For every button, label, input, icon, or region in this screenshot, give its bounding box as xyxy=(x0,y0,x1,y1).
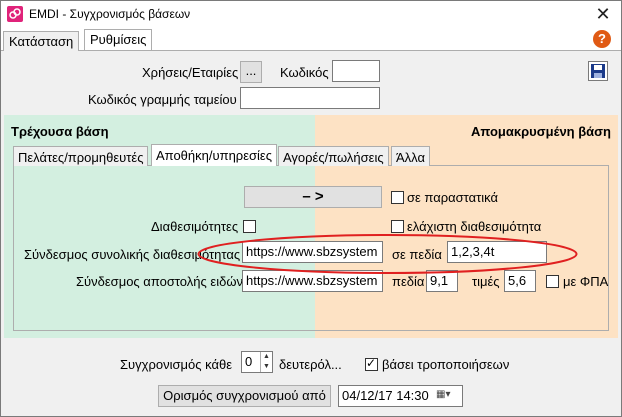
current-db-title: Τρέχουσα βάση xyxy=(11,124,109,139)
set-sync-from-button[interactable]: Ορισμός συγχρονισμού από xyxy=(158,385,331,407)
shipping-link-input[interactable]: https://www.sbzsystem xyxy=(242,270,383,292)
app-window: EMDI - Συγχρονισμός βάσεων ✕ Κατάσταση Ρ… xyxy=(0,0,622,417)
min-availability-checkbox[interactable] xyxy=(391,220,404,233)
availability-checkbox[interactable] xyxy=(243,220,256,233)
direction-button[interactable]: – > xyxy=(244,186,382,208)
close-icon[interactable]: ✕ xyxy=(593,3,613,25)
main-tabs: Κατάσταση Ρυθμίσεις ? xyxy=(1,29,621,51)
sync-every-label: Συγχρονισμός κάθε xyxy=(120,357,232,372)
spinner-arrows-icon[interactable]: ▲ ▼ xyxy=(260,352,272,372)
subtab-warehouse-services[interactable]: Αποθήκη/υπηρεσίες xyxy=(151,144,277,166)
remote-db-title: Απομακρυσμένη βάση xyxy=(471,124,611,139)
prices-label: τιμές xyxy=(472,274,500,289)
title-bar: EMDI - Συγχρονισμός βάσεων ✕ xyxy=(1,1,621,29)
fiscal-years-label: Χρήσεις/Εταιρίες xyxy=(142,65,239,80)
subtab-customers-suppliers[interactable]: Πελάτες/προμηθευτές xyxy=(13,146,149,166)
cashline-label: Κωδικός γραμμής ταμείου xyxy=(88,92,237,107)
based-on-changes-label: βάσει τροποποιήσεων xyxy=(382,357,510,372)
subtab-purchases-sales[interactable]: Αγορές/πωλήσεις xyxy=(278,146,389,166)
tab-settings[interactable]: Ρυθμίσεις xyxy=(84,29,153,50)
field-input[interactable]: 9,1 xyxy=(426,270,458,292)
prices-input[interactable]: 5,6 xyxy=(504,270,536,292)
field-label: πεδία xyxy=(392,274,425,289)
total-availability-link-input[interactable]: https://www.sbzsystem xyxy=(242,241,383,263)
help-icon[interactable]: ? xyxy=(593,30,611,48)
total-availability-link-label: Σύνδεσμος συνολικής διαθεσιμότητας xyxy=(24,247,241,262)
tab-status[interactable]: Κατάσταση xyxy=(3,31,80,51)
subtab-other[interactable]: Άλλα xyxy=(391,146,430,166)
with-vat-label: με ΦΠΑ xyxy=(563,274,609,289)
availability-label: Διαθεσιμότητες xyxy=(151,219,239,234)
cashline-input[interactable] xyxy=(240,87,380,109)
calendar-dropdown-icon[interactable]: ▦▾ xyxy=(436,389,460,405)
code-input[interactable] xyxy=(332,60,380,82)
based-on-changes-checkbox[interactable] xyxy=(365,356,378,371)
min-availability-label: ελάχιστη διαθεσιμότητα xyxy=(407,219,542,234)
shipping-link-label: Σύνδεσμος αποστολής ειδών xyxy=(76,274,243,289)
app-logo-icon xyxy=(7,6,23,22)
in-documents-label: σε παραστατικά xyxy=(407,190,499,205)
settings-content: Χρήσεις/Εταιρίες ... Κωδικός Κωδικός γρα… xyxy=(1,51,621,416)
browse-fiscal-years-button[interactable]: ... xyxy=(240,61,262,83)
fields-input[interactable]: 1,2,3,4t xyxy=(447,241,547,263)
seconds-label: δευτερόλ... xyxy=(279,357,342,372)
with-vat-checkbox[interactable] xyxy=(546,275,559,288)
code-label: Κωδικός xyxy=(280,65,329,80)
save-icon[interactable] xyxy=(588,61,608,81)
window-title: EMDI - Συγχρονισμός βάσεων xyxy=(29,7,191,21)
fields-label: σε πεδία xyxy=(392,247,442,262)
in-documents-checkbox[interactable] xyxy=(391,191,404,204)
